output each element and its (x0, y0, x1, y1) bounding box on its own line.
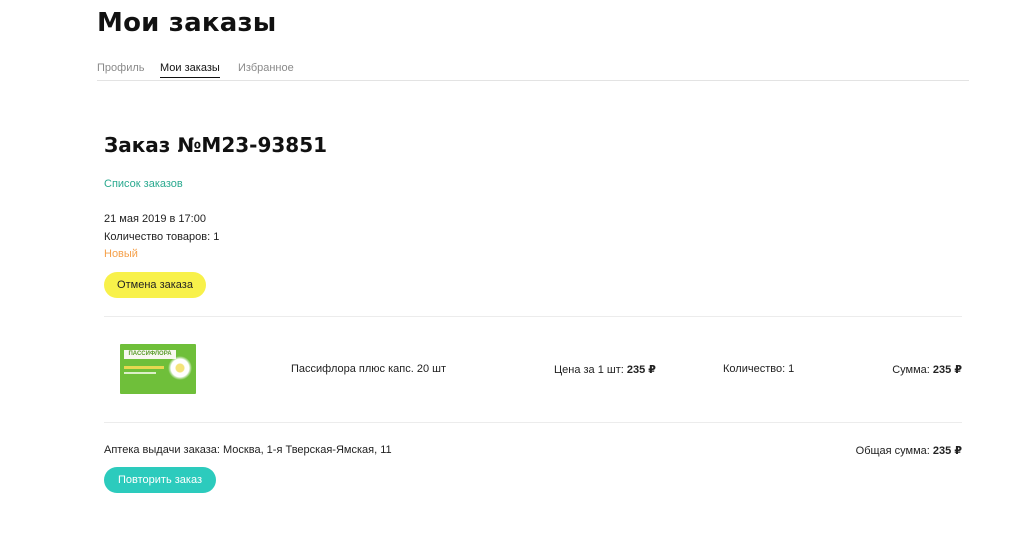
price-value: 235 ₽ (626, 364, 656, 376)
order-date: 21 мая 2019 в 17:00 (104, 213, 206, 225)
product-image[interactable]: ПАССИФЛОРА (120, 344, 196, 394)
product-quantity: Количество: 1 (723, 363, 795, 375)
total-value: 235 ₽ (932, 445, 962, 457)
order-title: Заказ №M23-93851 (104, 133, 328, 157)
product-price: Цена за 1 шт: 235 ₽ (554, 363, 656, 376)
total-label: Общая сумма: (855, 445, 930, 457)
order-items-count: Количество товаров: 1 (104, 231, 220, 243)
product-image-stripe (124, 366, 164, 369)
product-image-stripe (124, 372, 156, 374)
price-label: Цена за 1 шт: (554, 364, 624, 376)
product-sum: Сумма: 235 ₽ (892, 363, 962, 376)
repeat-order-button[interactable]: Повторить заказ (104, 467, 216, 493)
divider (104, 422, 962, 423)
profile-tabs: Профиль Мои заказы Избранное (97, 62, 969, 81)
product-name[interactable]: Пассифлора плюс капс. 20 шт (291, 363, 446, 375)
sum-label: Сумма: (892, 364, 930, 376)
tab-favorites[interactable]: Избранное (238, 62, 294, 77)
orders-list-link[interactable]: Список заказов (104, 178, 183, 190)
pickup-pharmacy: Аптека выдачи заказа: Москва, 1-я Тверск… (104, 444, 392, 456)
order-total: Общая сумма: 235 ₽ (856, 444, 962, 457)
divider (104, 316, 962, 317)
page-title: Мои заказы (97, 8, 277, 38)
flower-icon (168, 356, 192, 380)
cancel-order-button[interactable]: Отмена заказа (104, 272, 206, 298)
product-brand-label: ПАССИФЛОРА (124, 350, 176, 359)
sum-value: 235 ₽ (932, 364, 962, 376)
order-status-badge: Новый (104, 248, 138, 260)
tab-my-orders[interactable]: Мои заказы (160, 62, 220, 78)
tab-profile[interactable]: Профиль (97, 62, 145, 77)
